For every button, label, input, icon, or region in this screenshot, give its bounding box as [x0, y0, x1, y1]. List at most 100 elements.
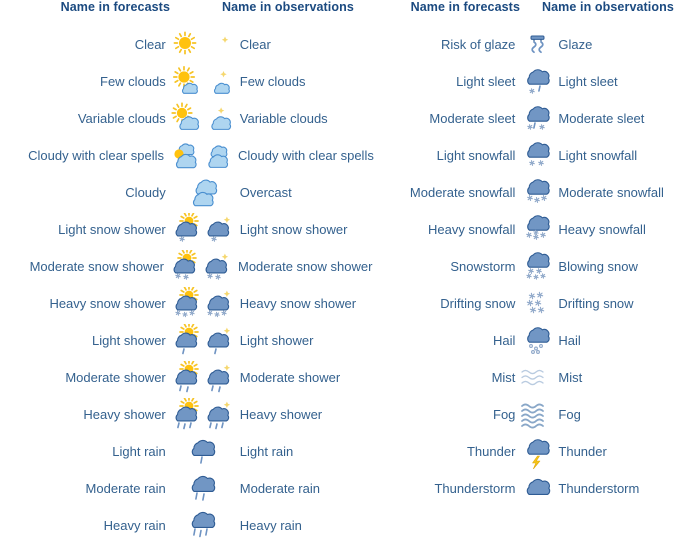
sun-variable-clouds-icon — [170, 101, 202, 136]
legend-row: Moderate snow shower Moderate snow shower — [0, 248, 373, 285]
sun-moderate-shower-icon — [170, 360, 202, 395]
forecast-label: Moderate rain — [85, 481, 166, 496]
observation-label: Light snowfall — [558, 148, 638, 163]
observation-label: Heavy snow shower — [239, 296, 357, 311]
sun-light-snow-shower-icon — [170, 212, 202, 247]
legend-row: Few clouds Few clouds — [0, 63, 370, 100]
forecast-label: Clear — [134, 37, 166, 52]
forecast-label: Moderate snowfall — [409, 185, 516, 200]
left-header-forecasts: Name in forecasts — [60, 0, 170, 14]
forecast-label: Mist — [491, 370, 516, 385]
legend-row: Light snowfall Light snowfall — [370, 137, 694, 174]
observation-label: Moderate sleet — [558, 111, 645, 126]
forecast-label: Moderate snow shower — [29, 259, 164, 274]
right-panel-rows: Risk of glaze Glaze Light sleet Light sleet… — [370, 26, 694, 507]
legend-row: Heavy snow shower Heavy snow shower — [0, 285, 370, 322]
forecast-label: Heavy rain — [103, 518, 166, 533]
legend-row: Risk of glaze Glaze — [370, 26, 694, 63]
legend-panel-left: Name in forecasts Name in observations C… — [0, 0, 374, 538]
observation-label: Few clouds — [239, 74, 306, 89]
observation-label: Moderate snow shower — [238, 259, 373, 274]
forecast-label: Heavy shower — [83, 407, 166, 422]
forecast-label: Light rain — [112, 444, 166, 459]
forecast-label: Light shower — [92, 333, 166, 348]
light-sleet-icon — [519, 65, 553, 99]
observation-label: Clear — [239, 37, 271, 52]
moon-heavy-snow-shower-icon — [202, 287, 234, 321]
moon-few-clouds-icon — [202, 65, 234, 99]
right-header-observations: Name in observations — [542, 0, 674, 14]
legend-row: Light rain Light rain — [0, 433, 370, 470]
thunder-icon — [519, 435, 553, 469]
forecast-label: Heavy snowfall — [427, 222, 516, 237]
legend-row: Drifting snow Drifting snow — [370, 285, 694, 322]
observation-label: Thunder — [558, 444, 607, 459]
legend-row: Cloudy Overcast — [0, 174, 370, 211]
observation-label: Heavy shower — [239, 407, 323, 422]
observation-label: Moderate rain — [239, 481, 320, 496]
snowstorm-icon — [519, 250, 553, 284]
weather-symbol-legend: Name in forecasts Name in observations C… — [0, 0, 694, 538]
moon-moderate-snow-shower-icon — [200, 250, 232, 284]
legend-panel-right: Name in forecasts Name in observations R… — [370, 0, 694, 538]
moderate-rain-icon — [170, 472, 234, 506]
forecast-label: Light sleet — [456, 74, 516, 89]
moon-light-snow-shower-icon — [202, 213, 234, 247]
legend-row: Heavy rain Heavy rain — [0, 507, 370, 544]
observation-label: Moderate shower — [239, 370, 341, 385]
moderate-sleet-icon — [519, 102, 553, 136]
observation-label: Light rain — [239, 444, 294, 459]
observation-label: Drifting snow — [558, 296, 634, 311]
forecast-label: Snowstorm — [450, 259, 516, 274]
drifting-snow-icon — [519, 287, 553, 321]
sun-icon — [170, 28, 202, 62]
forecast-label: Variable clouds — [77, 111, 166, 126]
hail-icon — [519, 324, 553, 358]
observation-label: Mist — [558, 370, 583, 385]
forecast-label: Thunder — [466, 444, 516, 459]
legend-row: Moderate rain Moderate rain — [0, 470, 370, 507]
light-snowfall-icon — [519, 139, 553, 173]
forecast-label: Hail — [493, 333, 516, 348]
legend-row: Moderate snowfall Moderate snowfall — [370, 174, 694, 211]
forecast-label: Light snow shower — [58, 222, 166, 237]
sun-heavy-snow-shower-icon — [170, 286, 202, 321]
observation-label: Blowing snow — [558, 259, 638, 274]
legend-row: Clear Clear — [0, 26, 370, 63]
light-rain-icon — [170, 435, 234, 469]
legend-row: Hail Hail — [370, 322, 694, 359]
sun-cloudy-spells-icon — [168, 139, 200, 173]
legend-row: Moderate shower Moderate shower — [0, 359, 370, 396]
forecast-label: Heavy snow shower — [49, 296, 166, 311]
forecast-label: Light snowfall — [436, 148, 516, 163]
observation-label: Moderate snowfall — [558, 185, 664, 200]
moon-variable-clouds-icon — [202, 102, 234, 136]
legend-row: Variable clouds Variable clouds — [0, 100, 370, 137]
left-panel-rows: Clear Clear Few clouds Few clouds Variable c… — [0, 26, 374, 544]
right-header-forecasts: Name in forecasts — [410, 0, 520, 14]
observation-label: Light shower — [239, 333, 314, 348]
sun-light-shower-icon — [170, 323, 202, 358]
left-panel-header: Name in forecasts Name in observations — [0, 0, 370, 26]
mist-icon — [519, 361, 553, 395]
moon-heavy-shower-icon — [202, 398, 234, 432]
forecast-label: Few clouds — [100, 74, 166, 89]
moderate-snowfall-icon — [519, 176, 553, 210]
right-panel-header: Name in forecasts Name in observations — [370, 0, 694, 26]
legend-row: Light shower Light shower — [0, 322, 370, 359]
observation-label: Hail — [558, 333, 581, 348]
legend-row: Heavy shower Heavy shower — [0, 396, 370, 433]
observation-label: Fog — [558, 407, 581, 422]
sun-heavy-shower-icon — [170, 397, 202, 432]
legend-row: Light snow shower Light snow shower — [0, 211, 370, 248]
observation-label: Light sleet — [558, 74, 618, 89]
legend-row: Cloudy with clear spells Cloudy with clea… — [0, 137, 374, 174]
heavy-snowfall-icon — [519, 213, 553, 247]
forecast-label: Moderate sleet — [429, 111, 516, 126]
observation-label: Heavy snowfall — [558, 222, 646, 237]
forecast-label: Drifting snow — [440, 296, 516, 311]
legend-row: Light sleet Light sleet — [370, 63, 694, 100]
observation-label: Cloudy with clear spells — [238, 148, 374, 163]
forecast-label: Thunderstorm — [434, 481, 516, 496]
legend-row: Thunder Thunder — [370, 433, 694, 470]
